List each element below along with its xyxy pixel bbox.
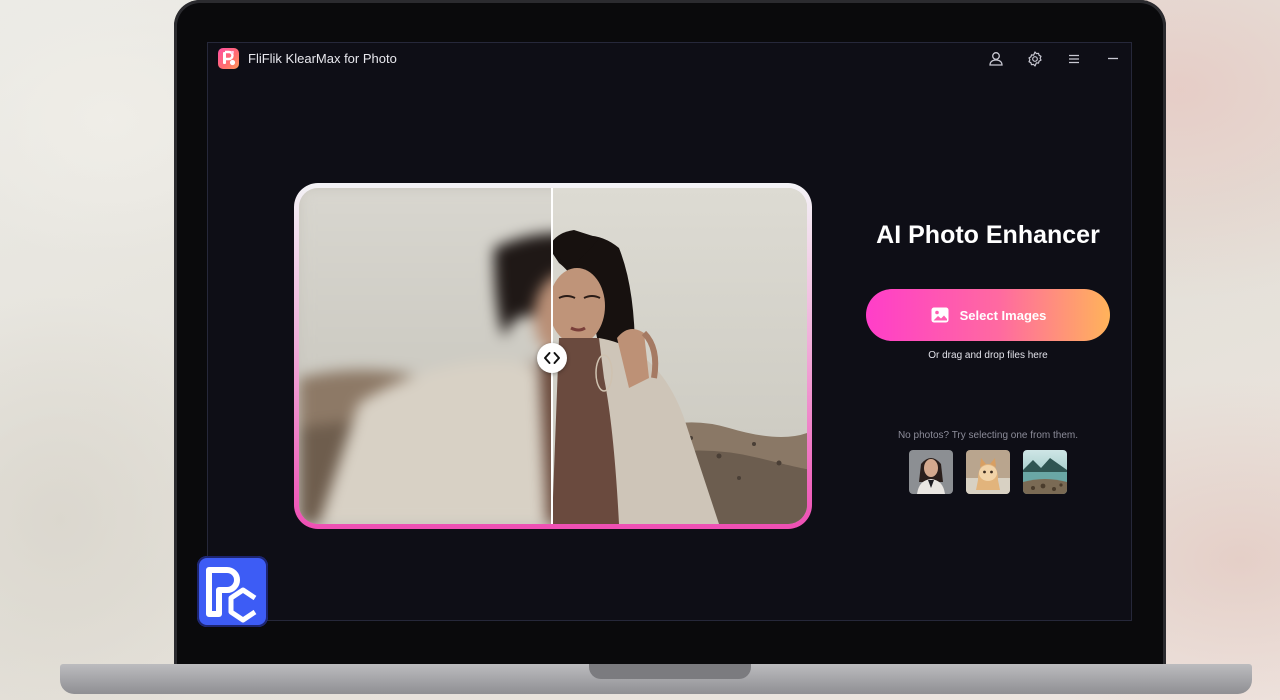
- select-images-button[interactable]: Select Images: [866, 289, 1110, 341]
- after-image: [552, 188, 807, 524]
- select-images-label: Select Images: [959, 307, 1047, 323]
- sample-portrait[interactable]: [909, 450, 953, 494]
- app-window: FliFlik KlearMax for Photo AI Photo Enha…: [207, 42, 1132, 621]
- app-logo-icon: [218, 48, 239, 69]
- sample-cat[interactable]: [966, 450, 1010, 494]
- action-panel: AI Photo Enhancer Select Images Or drag …: [848, 43, 1128, 620]
- image-icon: [930, 305, 950, 325]
- sample-landscape[interactable]: [1023, 450, 1067, 494]
- comparison-viewport: [299, 188, 807, 524]
- drag-drop-hint: Or drag and drop files here: [928, 350, 1048, 361]
- page-title: AI Photo Enhancer: [876, 221, 1100, 249]
- app-title: FliFlik KlearMax for Photo: [248, 51, 397, 66]
- samples-hint: No photos? Try selecting one from them.: [897, 430, 1079, 441]
- pc-logo-watermark: [197, 556, 268, 627]
- chevron-left-right-icon[interactable]: [537, 343, 567, 373]
- before-image: [299, 188, 552, 524]
- before-after-comparison: [294, 183, 812, 529]
- laptop-notch: [589, 664, 751, 679]
